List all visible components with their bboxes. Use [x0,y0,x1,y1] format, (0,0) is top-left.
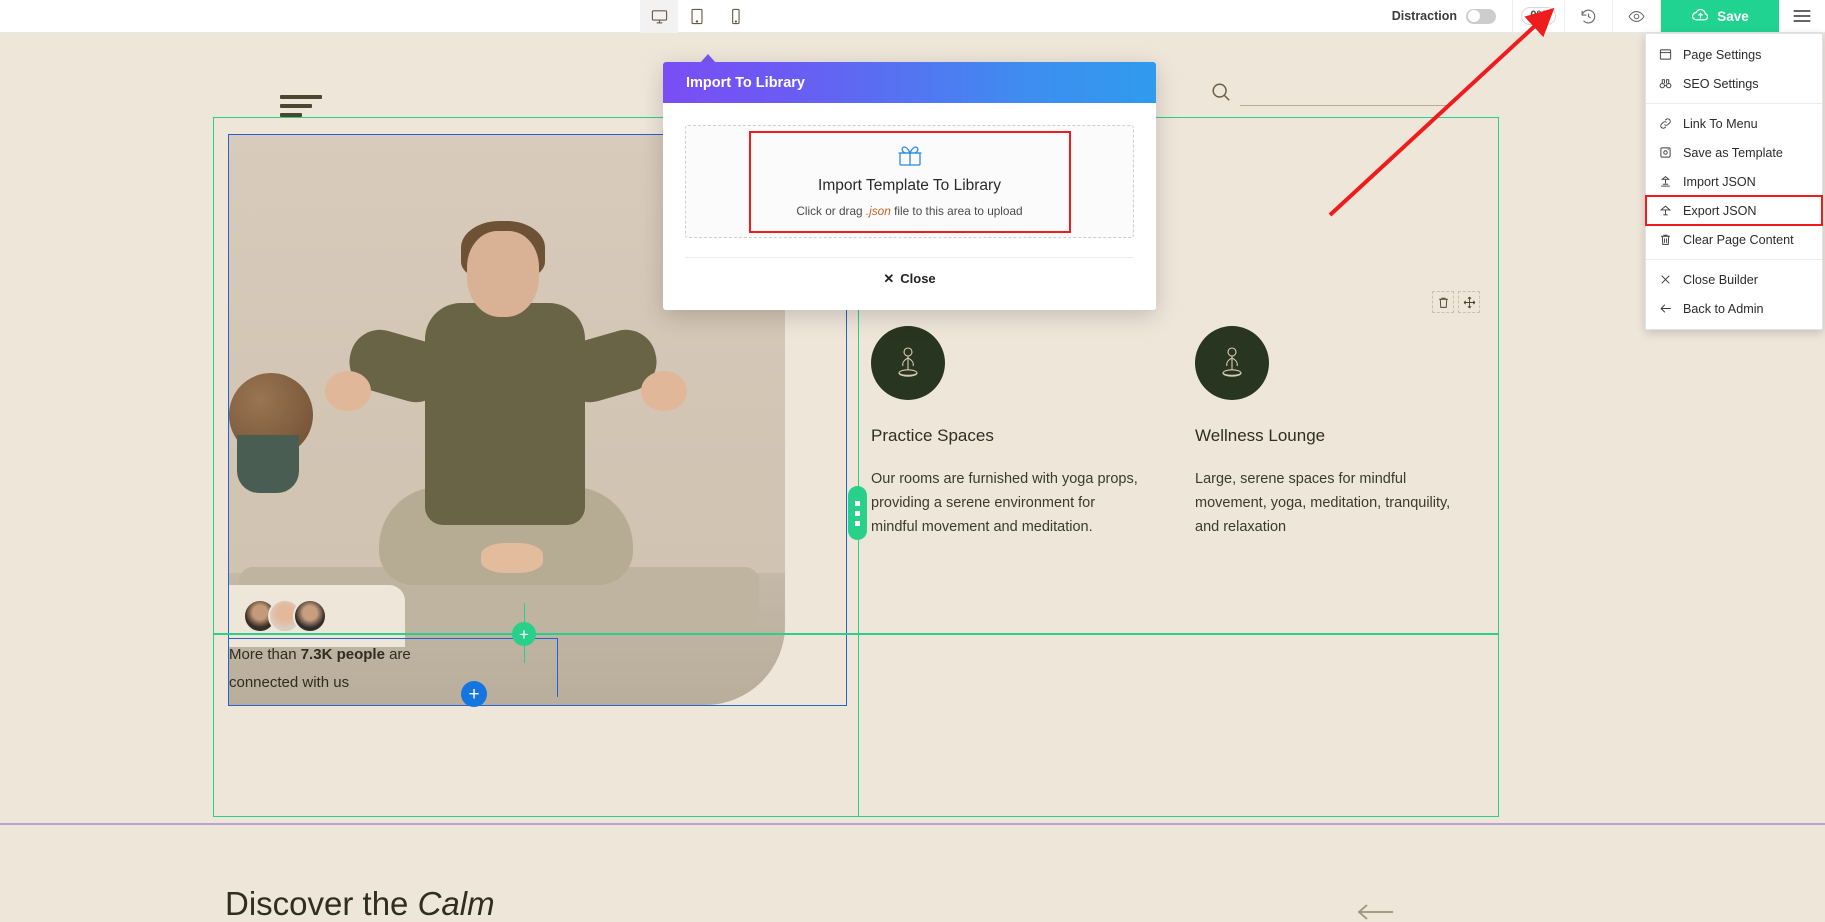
modal-body: Import Template To Library Click or drag… [663,103,1156,299]
menu-item-label: Back to Admin [1683,302,1764,316]
section-insert-line [213,633,1499,635]
element-toolbar [1432,291,1480,313]
builder-root: More than 7.3K people are connected with… [0,0,1825,922]
file-dropzone[interactable]: Import Template To Library Click or drag… [685,125,1134,238]
save-label: Save [1717,9,1749,24]
feature-card[interactable]: Practice Spaces Our rooms are furnished … [871,326,1139,540]
stat-text-block[interactable]: More than 7.3K people are connected with… [228,638,558,697]
menu-item-label: Export JSON [1683,204,1756,218]
stat-value: 7.3K people [301,646,385,663]
avatar [293,599,327,633]
builder-menu-button[interactable] [1779,0,1825,32]
cloud-upload-icon [1691,7,1710,26]
menu-item-close-builder[interactable]: Close Builder [1646,265,1822,294]
menu-item-label: Link To Menu [1683,117,1758,131]
feature-list: Practice Spaces Our rooms are furnished … [871,326,1491,540]
close-icon [1658,273,1673,286]
device-mobile-button[interactable] [716,0,754,33]
menu-item-import-json[interactable]: Import JSON [1646,167,1822,196]
preview-button[interactable] [1613,0,1661,32]
hint-filetype: .json [866,204,891,218]
menu-item-link-to-menu[interactable]: Link To Menu [1646,109,1822,138]
menu-separator [1646,259,1822,260]
menu-item-label: Close Builder [1683,273,1758,287]
feature-body: Large, serene spaces for mindful movemen… [1195,468,1463,540]
back-arrow-icon [1658,302,1673,315]
device-tablet-button[interactable] [678,0,716,33]
menu-item-export-json[interactable]: Export JSON [1646,196,1822,225]
seo-settings-icon [1658,77,1673,90]
stat-prefix: More than [229,646,301,663]
feature-body: Our rooms are furnished with yoga props,… [871,468,1139,540]
menu-item-label: Save as Template [1683,146,1783,160]
move-element-button[interactable] [1458,291,1480,313]
bottom-heading: Discover the Calm [225,885,495,922]
hint-before: Click or drag [796,204,866,218]
import-icon [1658,175,1673,188]
menu-item-label: Page Settings [1683,48,1761,62]
menu-item-back-to-admin[interactable]: Back to Admin [1646,294,1822,323]
add-section-button[interactable]: + [512,622,536,646]
distraction-switch[interactable] [1466,9,1496,24]
toolbar-right: Distraction 0% [1382,0,1825,32]
distraction-toggle[interactable]: Distraction [1382,0,1513,32]
gift-box-icon [751,144,1069,173]
dropzone-hint: Click or drag .json file to this area to… [751,204,1069,218]
zoom-level-value: 0% [1521,7,1556,25]
menu-item-label: SEO Settings [1683,77,1759,91]
carousel-prev-arrow-icon[interactable] [1355,903,1395,922]
page-settings-icon [1658,48,1673,61]
menu-item-seo-settings[interactable]: SEO Settings [1646,69,1822,98]
export-icon [1658,204,1673,217]
feature-title: Wellness Lounge [1195,426,1463,446]
hint-after: file to this area to upload [891,204,1023,218]
site-search[interactable] [1210,81,1450,108]
bottom-heading-italic: Calm [418,885,495,922]
column-drag-handle[interactable] [848,486,867,540]
stat-suffix: are [385,646,411,663]
menu-item-label: Clear Page Content [1683,233,1794,247]
save-template-icon [1658,146,1673,159]
device-switcher [640,0,754,32]
dropzone-title: Import Template To Library [751,177,1069,195]
device-desktop-button[interactable] [640,0,678,33]
menu-separator [1646,103,1822,104]
toolbar-left-spacer [0,0,640,32]
modal-close-button[interactable]: ✕ Close [685,257,1134,299]
feature-card[interactable]: Wellness Lounge Large, serene spaces for… [1195,326,1463,540]
modal-title: Import To Library [663,62,1156,103]
bottom-section: Discover the Calm [0,825,1825,922]
search-icon [1210,81,1232,108]
menu-item-save-as-template[interactable]: Save as Template [1646,138,1822,167]
yoga-pose-icon [871,326,945,400]
feature-title: Practice Spaces [871,426,1139,446]
menu-item-label: Import JSON [1683,175,1756,189]
close-icon: ✕ [883,271,894,287]
bottom-heading-normal: Discover the [225,885,418,922]
search-underline [1240,105,1450,106]
yoga-pose-icon [1195,326,1269,400]
menu-item-page-settings[interactable]: Page Settings [1646,40,1822,69]
builder-toolbar: Distraction 0% [0,0,1825,33]
close-label: Close [900,271,935,286]
import-to-library-modal: Import To Library Import Template To Lib… [663,62,1156,310]
trash-icon [1658,233,1673,246]
dropzone-highlight[interactable]: Import Template To Library Click or drag… [749,131,1071,233]
menu-item-clear-page-content[interactable]: Clear Page Content [1646,225,1822,254]
delete-element-button[interactable] [1432,291,1454,313]
builder-dropdown-menu: Page Settings SEO Settings Link To Menu [1645,33,1823,330]
link-icon [1658,117,1673,130]
zoom-level[interactable]: 0% [1513,0,1565,32]
stat-line-2: connected with us [229,674,349,691]
add-block-button[interactable]: + [461,681,487,707]
history-button[interactable] [1565,0,1613,32]
save-button[interactable]: Save [1661,0,1779,32]
distraction-label: Distraction [1392,9,1457,23]
